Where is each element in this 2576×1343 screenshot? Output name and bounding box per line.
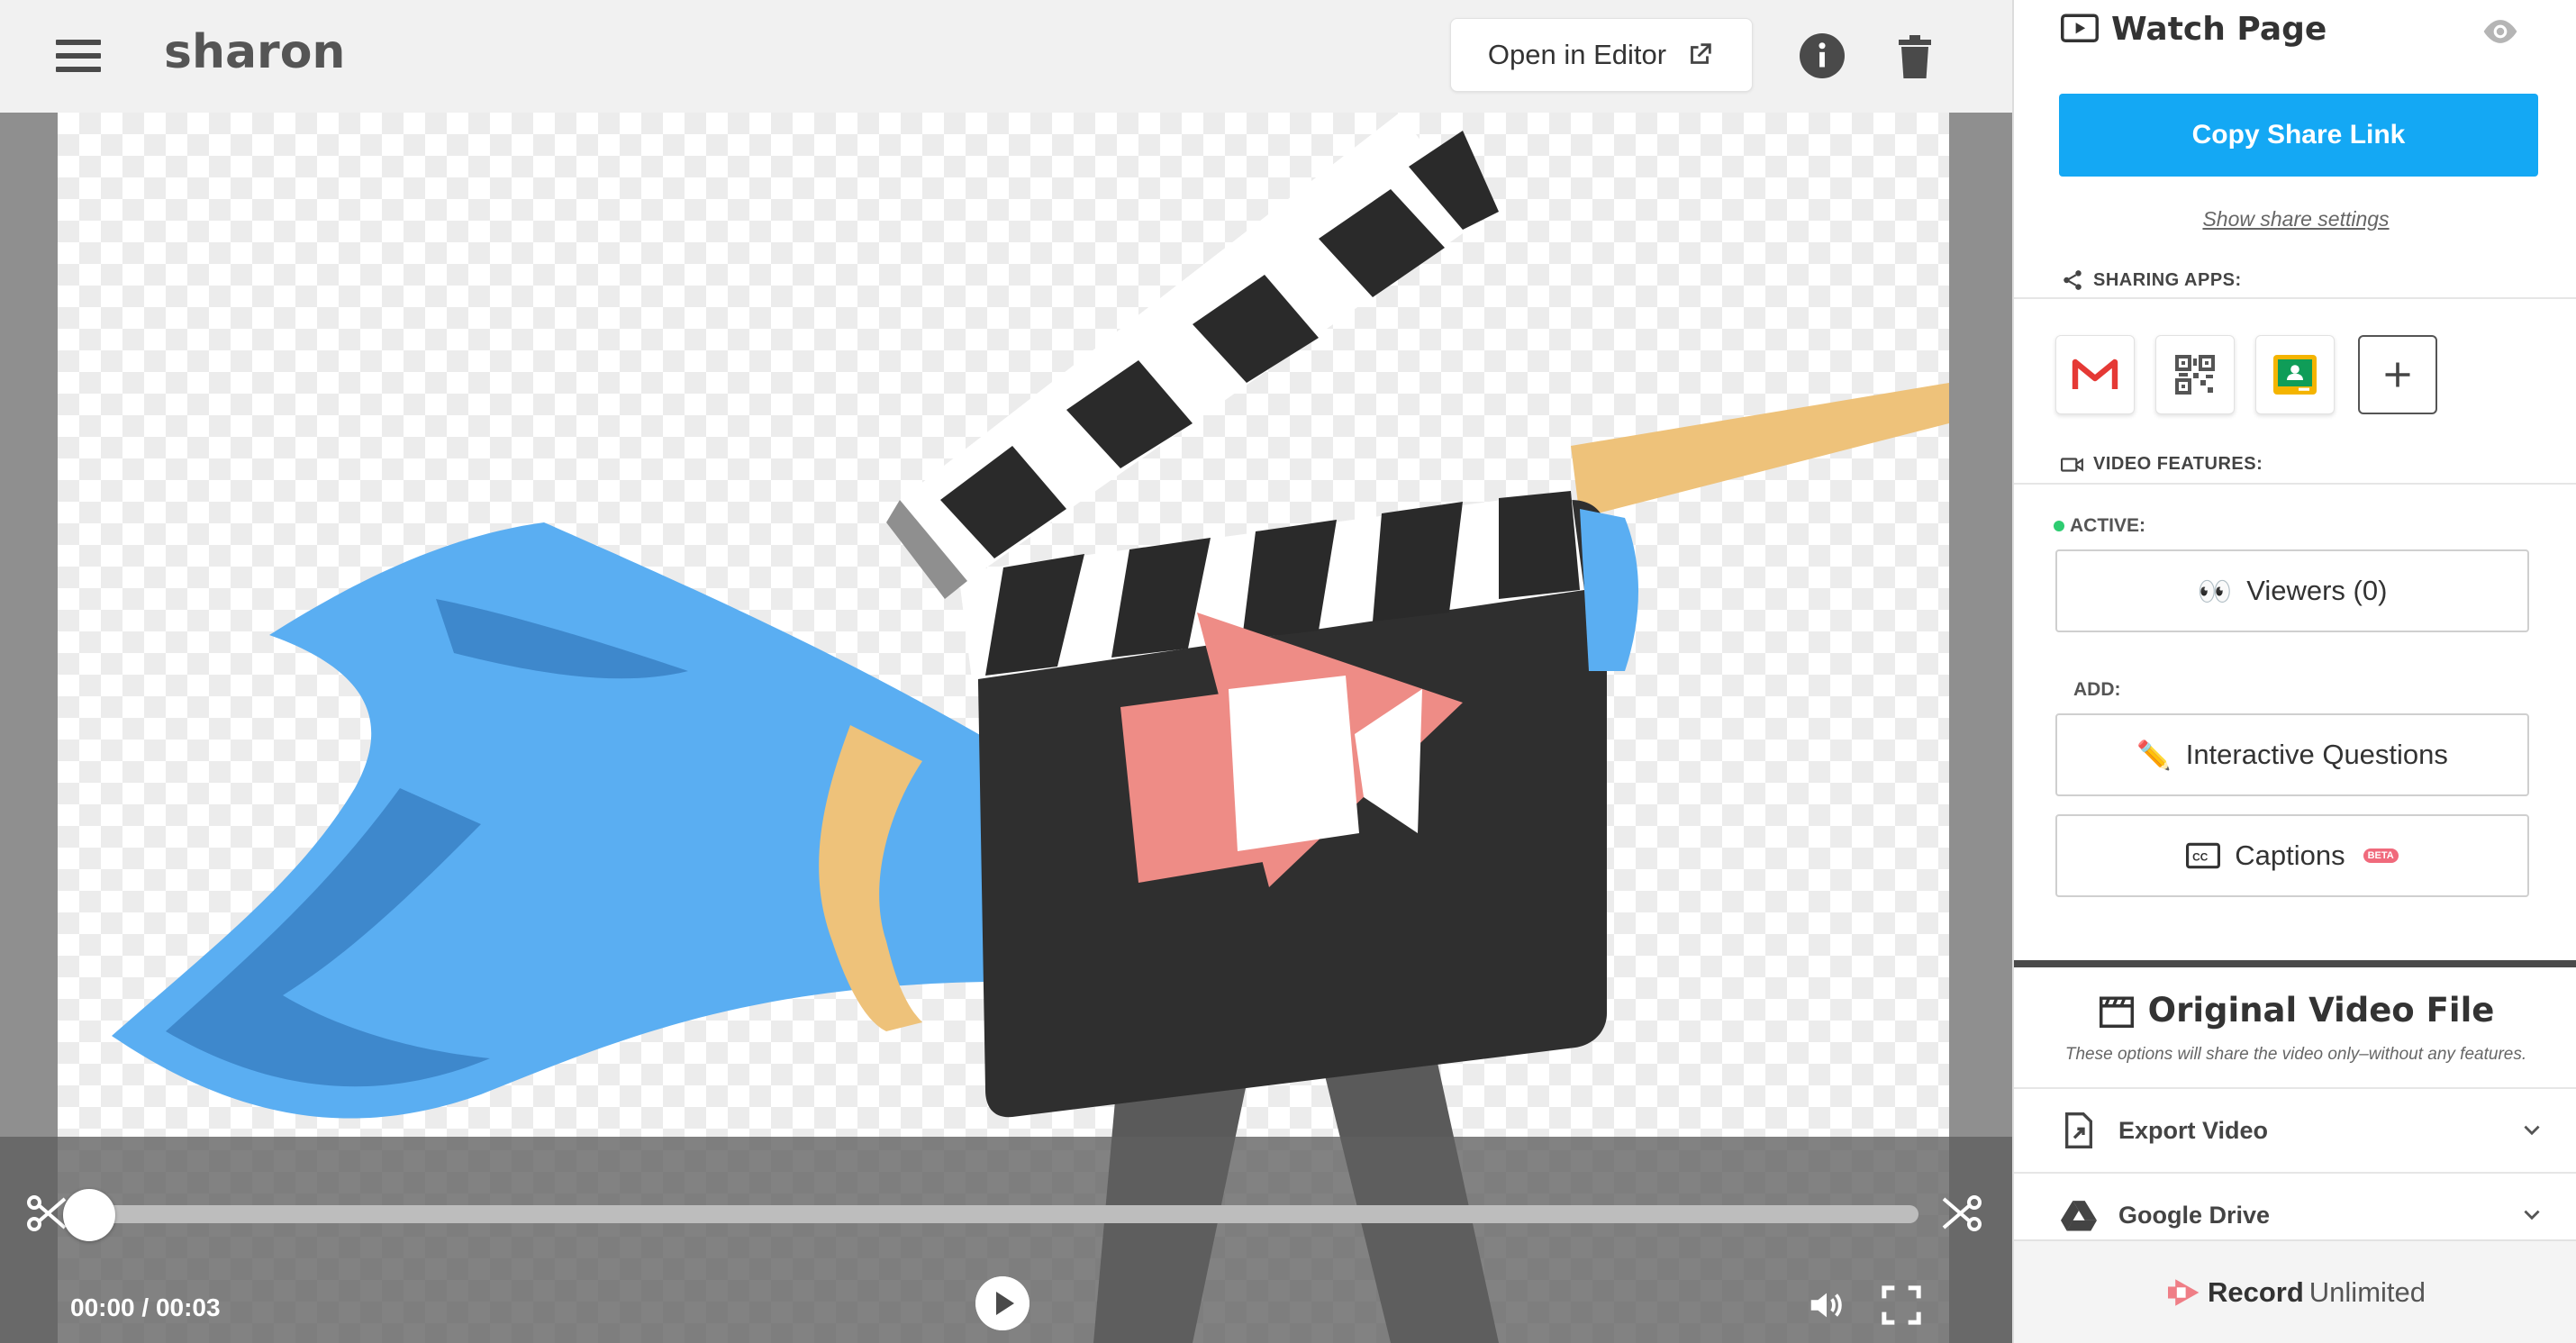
svg-text:CC: CC [2192,851,2209,864]
active-label: ACTIVE: [2054,515,2145,537]
chevron-down-icon [2524,1210,2540,1220]
copy-share-link-button[interactable]: Copy Share Link [2059,94,2538,177]
app-window: sharon Open in Editor 00:00 / 00:03 Watc… [0,0,2576,1343]
video-title: sharon [164,25,346,79]
open-in-editor-button[interactable]: Open in Editor [1450,18,1753,92]
play-button[interactable] [975,1276,1029,1330]
sharing-apps-label: SHARING APPS: [2093,269,2242,290]
top-bar: sharon Open in Editor [0,0,2012,113]
menu-icon[interactable] [56,40,101,72]
gmail-app-button[interactable] [2055,335,2135,414]
volume-icon[interactable] [1805,1284,1848,1326]
share-icon [2064,270,2082,290]
time-display: 00:00 / 00:03 [70,1293,221,1321]
export-video-label: Export Video [2118,1116,2269,1144]
google-classroom-icon [2273,355,2317,395]
qr-code-icon [2175,355,2215,395]
export-video-row[interactable]: Export Video [2014,1087,2576,1172]
external-link-icon [1691,43,1711,64]
google-drive-label: Google Drive [2118,1201,2271,1229]
export-file-icon [2065,1112,2092,1148]
watch-page-icon [2061,14,2099,42]
show-share-settings-link[interactable]: Show share settings [2014,207,2576,231]
seek-bar[interactable] [88,1205,1918,1223]
info-icon[interactable] [1800,33,1845,78]
google-classroom-app-button[interactable] [2255,335,2335,414]
add-sharing-app-button[interactable] [2358,335,2437,414]
closed-captions-icon: CC [2186,842,2221,869]
brand-bold-text: Record [2207,1275,2304,1308]
sharing-apps-heading: SHARING APPS: [2061,268,2242,292]
divider [2014,297,2576,299]
interactive-questions-button[interactable]: ✏️ Interactive Questions [2055,713,2529,796]
share-sidebar: Watch Page Copy Share Link Show share se… [2012,0,2576,1343]
watch-page-title: Watch Page [2111,11,2327,48]
eye-icon[interactable] [2481,18,2520,45]
section-divider [2014,960,2576,967]
plus-icon [2385,362,2410,387]
video-camera-icon [2061,457,2083,472]
pencil-emoji-icon: ✏️ [2136,739,2172,771]
record-unlimited-brand[interactable]: Record Unlimited [2014,1239,2576,1343]
viewers-button[interactable]: 👀 Viewers (0) [2055,549,2529,632]
clapperboard-icon [2099,995,2134,1028]
original-video-header: Original Video File [2014,991,2576,1030]
original-video-title: Original Video File [2147,991,2495,1030]
trim-end-scissors-icon[interactable] [1940,1191,1983,1236]
add-label: ADD: [2073,679,2121,700]
fullscreen-icon[interactable] [1880,1284,1923,1326]
captions-button[interactable]: CC Captions BETA [2055,814,2529,897]
viewers-label: Viewers (0) [2246,575,2388,606]
chevron-down-icon [2524,1125,2540,1136]
eyes-emoji-icon: 👀 [2197,575,2233,607]
open-in-editor-label: Open in Editor [1487,39,1667,70]
seek-handle[interactable] [63,1189,115,1241]
record-unlimited-logo-icon [2167,1278,2200,1306]
qr-code-app-button[interactable] [2155,335,2235,414]
divider [2014,483,2576,485]
player-controls: 00:00 / 00:03 [0,1137,2012,1343]
interactive-questions-label: Interactive Questions [2185,739,2448,770]
beta-badge: BETA [2363,848,2399,863]
video-features-heading: VIDEO FEATURES: [2061,454,2263,475]
trash-icon[interactable] [1897,34,1933,79]
video-features-label: VIDEO FEATURES: [2093,454,2263,474]
trim-start-scissors-icon[interactable] [25,1191,68,1236]
original-video-subtitle: These options will share the video only–… [2064,1045,2527,1064]
brand-light-text: Unlimited [2308,1275,2426,1308]
google-drive-icon [2061,1201,2097,1231]
gmail-icon [2072,358,2118,389]
captions-label: Captions [2235,839,2345,871]
video-panel: sharon Open in Editor 00:00 / 00:03 [0,0,2012,1343]
active-status-dot [2054,521,2064,532]
watch-page-header: Watch Page [2061,11,2327,48]
